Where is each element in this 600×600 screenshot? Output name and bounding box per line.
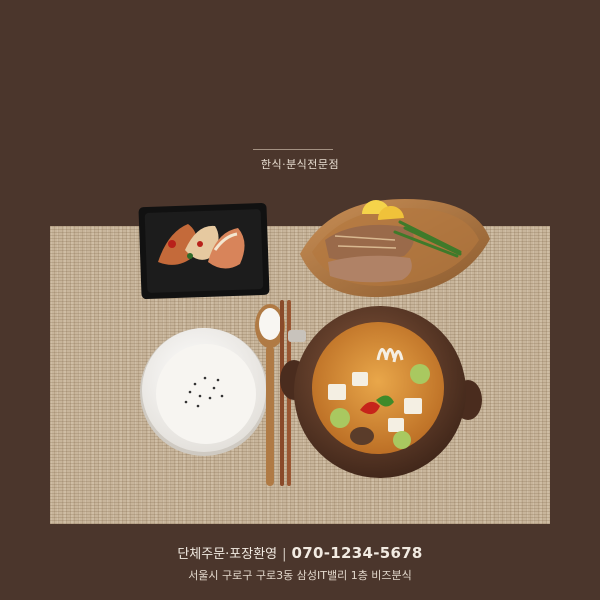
grilled-fish-plate (300, 199, 490, 298)
soybean-stew-pot (280, 306, 482, 478)
separator: | (282, 547, 287, 562)
address: 서울시 구로구 구로3동 삼성IT밸리 1층 비즈분식 (188, 569, 412, 582)
flyer-page: 한식·분식전문점 단체주문·포장환영 | 070-1234-5678 서울시 구… (0, 0, 600, 600)
side-dish-plate (138, 202, 270, 300)
order-info: 단체주문·포장환영 | 070-1234-5678 (0, 543, 600, 562)
food-illustration (138, 199, 490, 486)
order-text: 단체주문·포장환영 (177, 547, 278, 562)
rice-bowl (140, 328, 268, 456)
phone-number[interactable]: 070-1234-5678 (292, 544, 423, 562)
